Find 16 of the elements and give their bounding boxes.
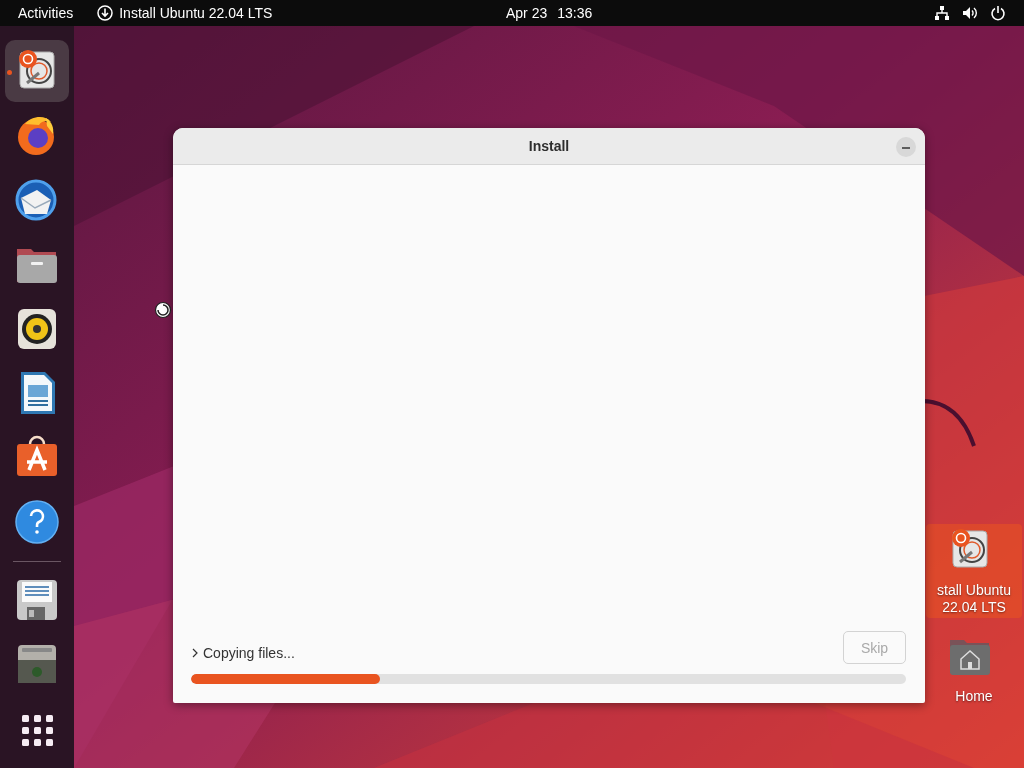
chevron-right-icon	[191, 647, 199, 658]
app-grid-icon	[21, 715, 53, 747]
power-icon	[990, 5, 1006, 21]
window-title: Install	[528, 138, 570, 154]
minimize-button[interactable]	[896, 137, 916, 157]
desktop-icon[interactable]: stall Ubuntu 22.04 LTS	[926, 524, 1022, 618]
activities-button[interactable]: Activities	[0, 0, 92, 26]
app-menu-button[interactable]: Install Ubuntu 22.04 LTS	[91, 0, 291, 26]
help-icon	[13, 498, 61, 547]
clock-button[interactable]: Apr 23 13:36	[488, 0, 611, 26]
skip-button: Skip	[843, 631, 906, 664]
download-icon	[97, 5, 114, 21]
network-icon	[934, 5, 950, 21]
details-expander[interactable]: Copying files...	[191, 644, 295, 661]
dock-item[interactable]	[5, 40, 69, 103]
volume-icon	[962, 5, 978, 21]
